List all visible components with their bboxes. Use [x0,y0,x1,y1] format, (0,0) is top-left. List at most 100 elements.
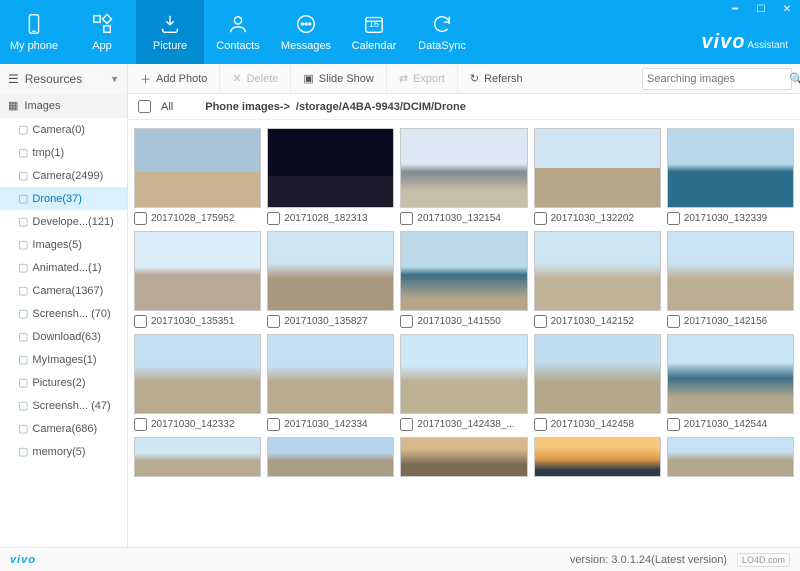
image-card[interactable]: 20171030_142544 [667,334,794,431]
nav-label: DataSync [418,40,466,52]
thumbnail[interactable] [534,128,661,208]
sidebar-item[interactable]: ▢MyImages(1) [0,348,127,371]
select-all-checkbox[interactable] [138,100,151,113]
image-card[interactable]: 20171030_141550 [400,231,527,328]
calendar-badge: 16 [362,19,386,29]
image-card[interactable]: 20171030_142156 [667,231,794,328]
thumbnail[interactable] [400,437,527,477]
sidebar-group-label: Images [24,100,60,112]
thumbnail[interactable] [534,334,661,414]
thumbnail[interactable] [134,334,261,414]
maximize-button[interactable]: ☐ [752,2,770,16]
thumbnail[interactable] [267,334,394,414]
sidebar-item[interactable]: ▢Camera(0) [0,118,127,141]
sidebar-item[interactable]: ▢Camera(686) [0,417,127,440]
image-checkbox[interactable] [400,315,413,328]
image-card[interactable]: 20171030_142438_... [400,334,527,431]
sidebar-item-label: Develope...(121) [32,216,113,228]
nav-contacts[interactable]: Contacts [204,0,272,64]
slideshow-button[interactable]: ▣ Slide Show [291,64,386,94]
thumbnail[interactable] [667,437,794,477]
sidebar-item[interactable]: ▢Pictures(2) [0,371,127,394]
search-box[interactable]: 🔍 [642,68,792,90]
image-card[interactable] [134,437,261,477]
thumbnail[interactable] [267,128,394,208]
sidebar-item-label: Images(5) [32,239,82,251]
image-card[interactable] [400,437,527,477]
image-name: 20171030_142334 [284,419,367,430]
sidebar-item[interactable]: ▢Camera(2499) [0,164,127,187]
sidebar-item[interactable]: ▢Images(5) [0,233,127,256]
thumbnail[interactable] [134,128,261,208]
thumbnail[interactable] [667,334,794,414]
search-input[interactable] [647,73,789,85]
image-card[interactable]: 20171030_135827 [267,231,394,328]
thumbnail[interactable] [400,231,527,311]
image-checkbox[interactable] [534,212,547,225]
delete-button[interactable]: ✕ Delete [220,64,291,94]
image-checkbox[interactable] [400,418,413,431]
image-card[interactable]: 20171030_132154 [400,128,527,225]
image-card[interactable]: 20171030_142152 [534,231,661,328]
image-grid[interactable]: 20171028_17595220171028_18231320171030_1… [128,120,800,547]
image-checkbox[interactable] [667,418,680,431]
image-checkbox[interactable] [534,315,547,328]
nav-calendar[interactable]: 16 Calendar [340,0,408,64]
sidebar-item[interactable]: ▢Download(63) [0,325,127,348]
nav-messages[interactable]: Messages [272,0,340,64]
image-caption: 20171030_132202 [534,208,661,225]
image-card[interactable]: 20171030_142334 [267,334,394,431]
thumbnail[interactable] [534,437,661,477]
image-checkbox[interactable] [267,418,280,431]
thumbnail[interactable] [667,128,794,208]
image-card[interactable] [534,437,661,477]
nav-my-phone[interactable]: My phone [0,0,68,64]
thumbnail[interactable] [534,231,661,311]
image-checkbox[interactable] [667,212,680,225]
export-button[interactable]: ⇄ Export [387,64,458,94]
image-card[interactable] [667,437,794,477]
add-photo-button[interactable]: ＋ Add Photo [128,64,220,94]
image-checkbox[interactable] [267,212,280,225]
image-card[interactable]: 20171028_182313 [267,128,394,225]
sidebar-item[interactable]: ▢memory(5) [0,440,127,463]
thumbnail[interactable] [134,437,261,477]
thumbnail[interactable] [667,231,794,311]
image-name: 20171030_141550 [417,316,500,327]
image-checkbox[interactable] [267,315,280,328]
sidebar-item[interactable]: ▢Animated...(1) [0,256,127,279]
nav-datasync[interactable]: DataSync [408,0,476,64]
image-checkbox[interactable] [400,212,413,225]
minimize-button[interactable]: ━ [726,2,744,16]
image-card[interactable]: 20171030_135351 [134,231,261,328]
sidebar-item[interactable]: ▢Screensh... (47) [0,394,127,417]
image-card[interactable]: 20171030_142332 [134,334,261,431]
sidebar-group-images[interactable]: ▦ Images [0,94,127,118]
image-checkbox[interactable] [534,418,547,431]
thumbnail[interactable] [400,128,527,208]
thumbnail[interactable] [267,437,394,477]
image-checkbox[interactable] [134,315,147,328]
thumbnail[interactable] [267,231,394,311]
image-card[interactable]: 20171030_142458 [534,334,661,431]
nav-app[interactable]: App [68,0,136,64]
close-button[interactable]: ✕ [778,2,796,16]
nav-picture[interactable]: Picture [136,0,204,64]
refresh-button[interactable]: ↻ Refersh [458,64,535,94]
image-card[interactable]: 20171028_175952 [134,128,261,225]
image-card[interactable] [267,437,394,477]
image-checkbox[interactable] [134,418,147,431]
image-card[interactable]: 20171030_132202 [534,128,661,225]
thumbnail[interactable] [134,231,261,311]
resources-dropdown[interactable]: ☰ Resources ▼ [0,64,128,94]
sidebar-item[interactable]: ▢tmp(1) [0,141,127,164]
image-card[interactable]: 20171030_132339 [667,128,794,225]
thumbnail[interactable] [400,334,527,414]
breadcrumb: All Phone images-> /storage/A4BA-9943/DC… [128,94,800,120]
sidebar-item[interactable]: ▢Screensh... (70) [0,302,127,325]
sidebar-item[interactable]: ▢Camera(1367) [0,279,127,302]
image-checkbox[interactable] [667,315,680,328]
sidebar-item[interactable]: ▢Drone(37) [0,187,127,210]
image-checkbox[interactable] [134,212,147,225]
sidebar-item[interactable]: ▢Develope...(121) [0,210,127,233]
